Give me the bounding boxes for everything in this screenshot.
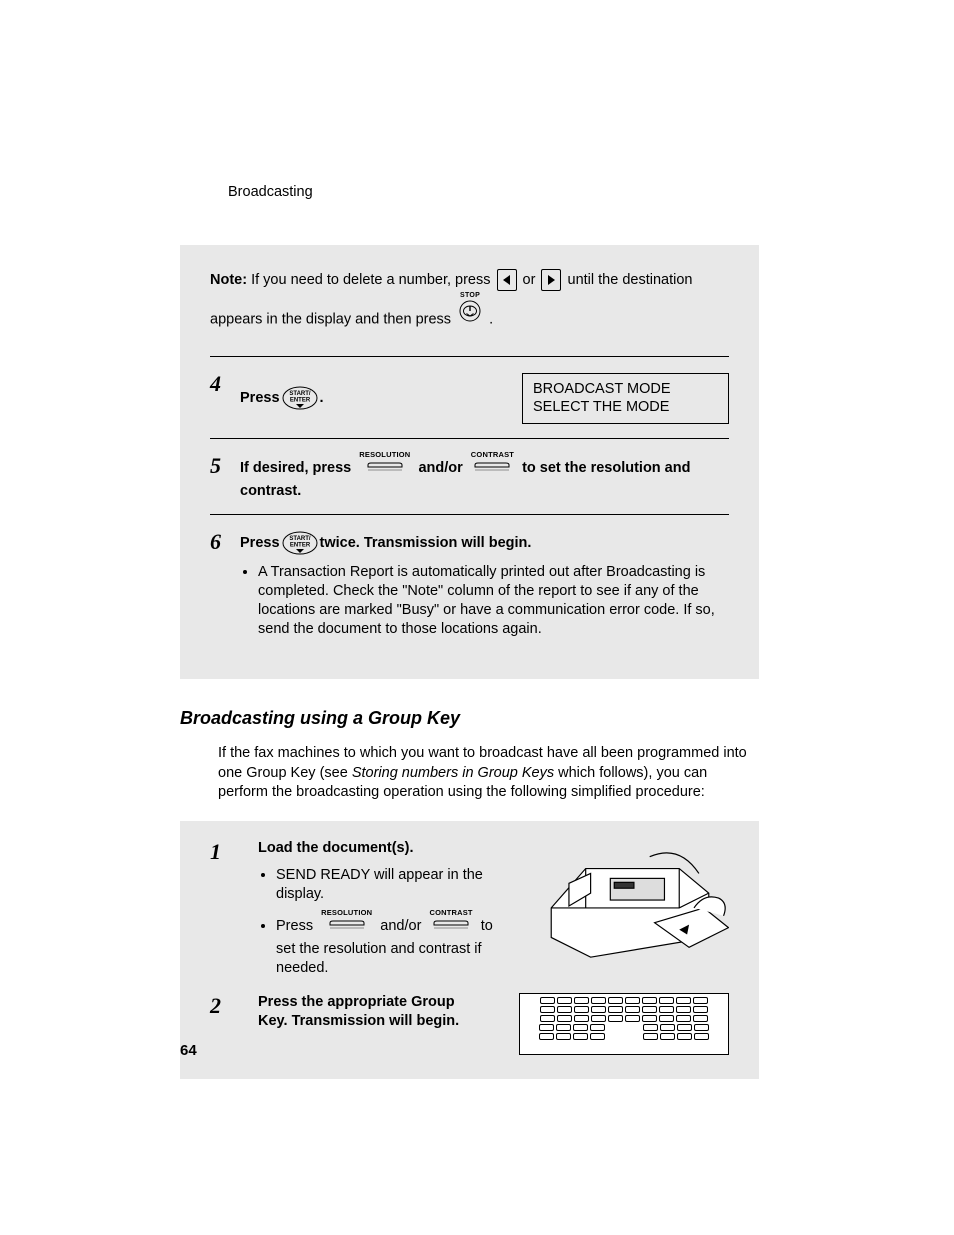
note-text-1: If you need to delete a number, press	[247, 272, 494, 288]
step5-andor: and/or	[418, 460, 466, 476]
rapid-key-panel-icon	[519, 993, 729, 1055]
step-number: 2	[210, 993, 240, 1017]
resolution-button-icon: RESOLUTION	[359, 451, 410, 477]
svg-text:ENTER: ENTER	[289, 543, 310, 549]
step-4: 4 Press START/ ENTER . BROADC	[210, 371, 729, 425]
note-label: Note:	[210, 272, 247, 288]
step-6: 6 Press START/ ENTER twice. Transmission…	[210, 529, 729, 648]
lcd-display: BROADCAST MODE SELECT THE MODE	[522, 373, 729, 425]
stop-label: STOP	[459, 292, 481, 299]
step-number: 1	[210, 839, 240, 863]
svg-text:START/: START/	[289, 391, 311, 397]
contrast-button-icon: CONTRAST	[471, 451, 514, 477]
lcd-line1: BROADCAST MODE	[533, 380, 718, 399]
svg-text:START/: START/	[289, 536, 311, 542]
note-box: Note: If you need to delete a number, pr…	[210, 263, 729, 342]
divider	[210, 356, 729, 357]
procedure-box-2: 1 Load the document(s). SEND READY will …	[180, 821, 759, 1080]
step6-bullets: A Transaction Report is automatically pr…	[240, 563, 729, 638]
start-enter-button-icon: START/ ENTER	[282, 386, 318, 410]
page-number: 64	[180, 1041, 197, 1061]
procedure-box-1: Note: If you need to delete a number, pr…	[180, 245, 759, 679]
section-intro: If the fax machines to which you want to…	[218, 744, 759, 803]
step1-head: Load the document(s).	[258, 839, 513, 858]
divider	[210, 514, 729, 515]
step6-text-b: twice. Transmission will begin.	[320, 534, 532, 553]
step1-bullet2: Press RESOLUTION and/or CONTRAST to set …	[276, 913, 513, 977]
right-arrow-key-icon	[541, 269, 561, 291]
manual-page: Broadcasting Note: If you need to delete…	[0, 0, 954, 1235]
running-head: Broadcasting	[228, 183, 313, 202]
step-number: 5	[210, 453, 240, 477]
s1b2-andor: and/or	[380, 918, 425, 934]
step6-text-a: Press	[240, 534, 280, 553]
step1-bullet1: SEND READY will appear in the display.	[276, 866, 513, 904]
step6-bullet: A Transaction Report is automatically pr…	[258, 563, 729, 638]
contrast-label: CONTRAST	[471, 451, 514, 459]
left-arrow-key-icon	[497, 269, 517, 291]
contrast-button-icon: CONTRAST	[429, 909, 472, 935]
start-enter-button-icon: START/ ENTER	[282, 531, 318, 555]
note-or: or	[519, 272, 540, 288]
step5-text-a: If desired, press	[240, 460, 355, 476]
intro-ital: Storing numbers in Group Keys	[352, 765, 554, 781]
step2-head: Press the appropriate Group Key. Transmi…	[258, 993, 488, 1031]
group-step-1: 1 Load the document(s). SEND READY will …	[210, 839, 729, 988]
step4-text-a: Press	[240, 389, 280, 408]
s1b2-a: Press	[276, 918, 317, 934]
step-5: 5 If desired, press RESOLUTION and/or CO…	[210, 453, 729, 500]
resolution-label: RESOLUTION	[359, 451, 410, 459]
step-number: 6	[210, 529, 240, 553]
divider	[210, 438, 729, 439]
resolution-button-icon: RESOLUTION	[321, 909, 372, 935]
lcd-line2: SELECT THE MODE	[533, 398, 718, 417]
svg-text:ENTER: ENTER	[289, 398, 310, 404]
fax-machine-illustration-icon	[531, 839, 729, 973]
section-heading: Broadcasting using a Group Key	[180, 707, 759, 730]
step4-text-b: .	[320, 389, 324, 408]
group-step-2: 2 Press the appropriate Group Key. Trans…	[210, 993, 729, 1055]
stop-button-icon: STOP	[459, 292, 481, 336]
step-number: 4	[210, 371, 240, 395]
note-period: .	[485, 312, 493, 328]
